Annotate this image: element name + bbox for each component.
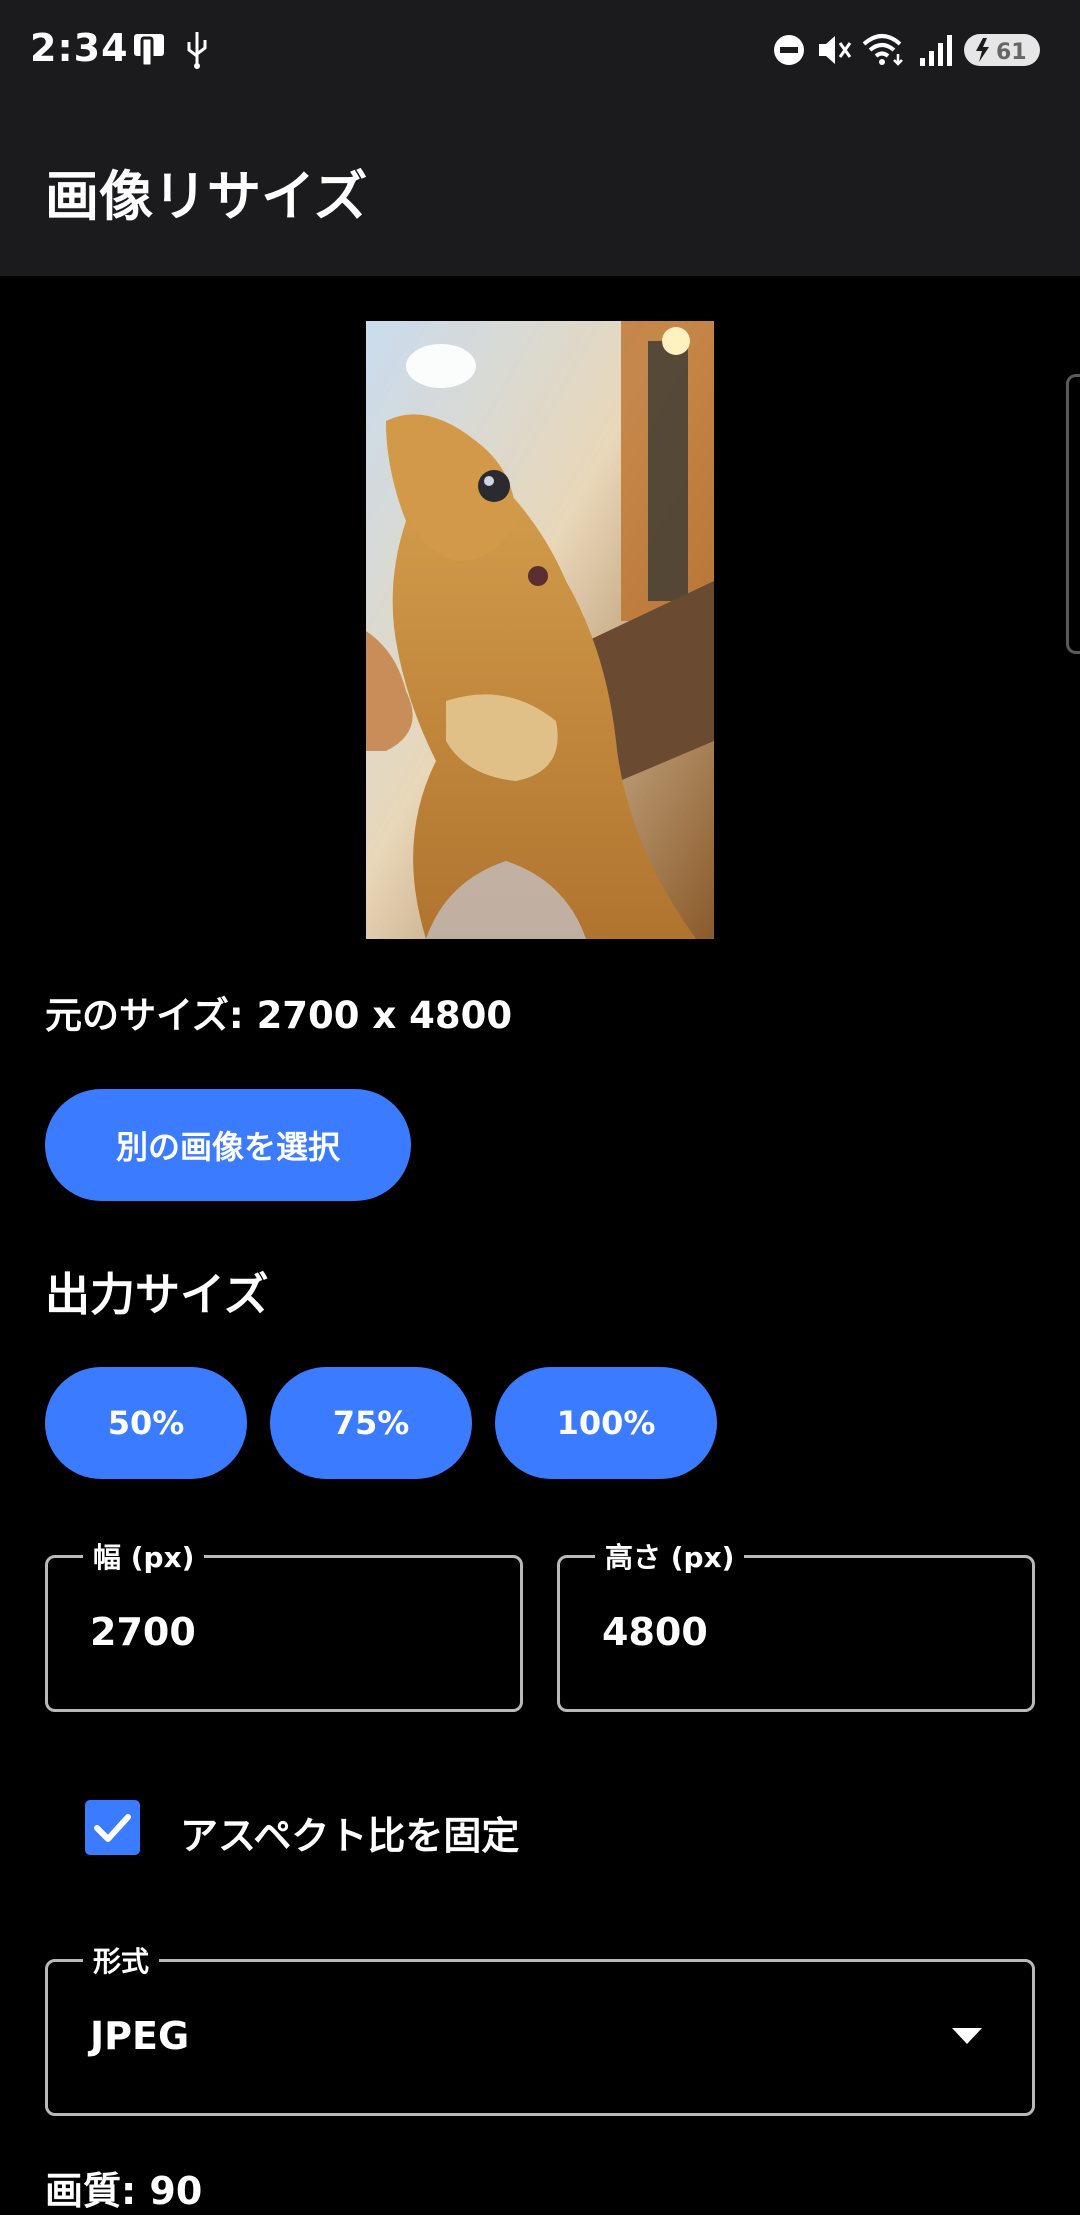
- height-field[interactable]: 高さ (px) 4800: [557, 1536, 1035, 1712]
- mute-icon: [816, 30, 854, 74]
- height-field-value[interactable]: 4800: [602, 1610, 708, 1654]
- format-select[interactable]: 形式 JPEG: [45, 1940, 1035, 2116]
- quality-label: 画質: 90: [45, 2169, 203, 2213]
- select-other-image-button[interactable]: 別の画像を選択: [45, 1089, 411, 1201]
- preset-100-button[interactable]: 100%: [495, 1367, 717, 1479]
- status-bar: 2:34 61: [0, 0, 1080, 100]
- scroll-handle[interactable]: [1066, 374, 1080, 654]
- battery-level-text: 61: [996, 40, 1027, 65]
- output-size-heading: 出力サイズ: [45, 1268, 269, 1321]
- original-size-text: 元のサイズ: 2700 x 4800: [45, 994, 513, 1037]
- image-preview: [366, 321, 714, 939]
- lock-aspect-checkbox[interactable]: [85, 1800, 140, 1855]
- app-bar: 画像リサイズ: [0, 100, 1080, 276]
- preset-75-button[interactable]: 75%: [270, 1367, 472, 1479]
- wifi-icon: [860, 30, 908, 74]
- dropdown-arrow-icon[interactable]: [952, 2028, 982, 2050]
- phone-icon: [132, 30, 168, 74]
- width-field-value[interactable]: 2700: [90, 1610, 196, 1654]
- format-select-label: 形式: [83, 1940, 160, 1980]
- height-field-label: 高さ (px): [595, 1536, 745, 1576]
- width-field-label: 幅 (px): [83, 1536, 205, 1576]
- format-select-value: JPEG: [90, 2014, 190, 2058]
- signal-icon: [918, 30, 956, 74]
- status-clock: 2:34: [30, 26, 129, 70]
- lock-aspect-label[interactable]: アスペクト比を固定: [180, 1805, 519, 1860]
- check-icon: [94, 1814, 131, 1842]
- preset-50-button[interactable]: 50%: [45, 1367, 247, 1479]
- dnd-icon: [772, 30, 806, 74]
- width-field[interactable]: 幅 (px) 2700: [45, 1536, 523, 1712]
- battery-icon: 61: [963, 30, 1043, 74]
- usb-icon: [184, 30, 210, 74]
- page-title: 画像リサイズ: [45, 165, 368, 228]
